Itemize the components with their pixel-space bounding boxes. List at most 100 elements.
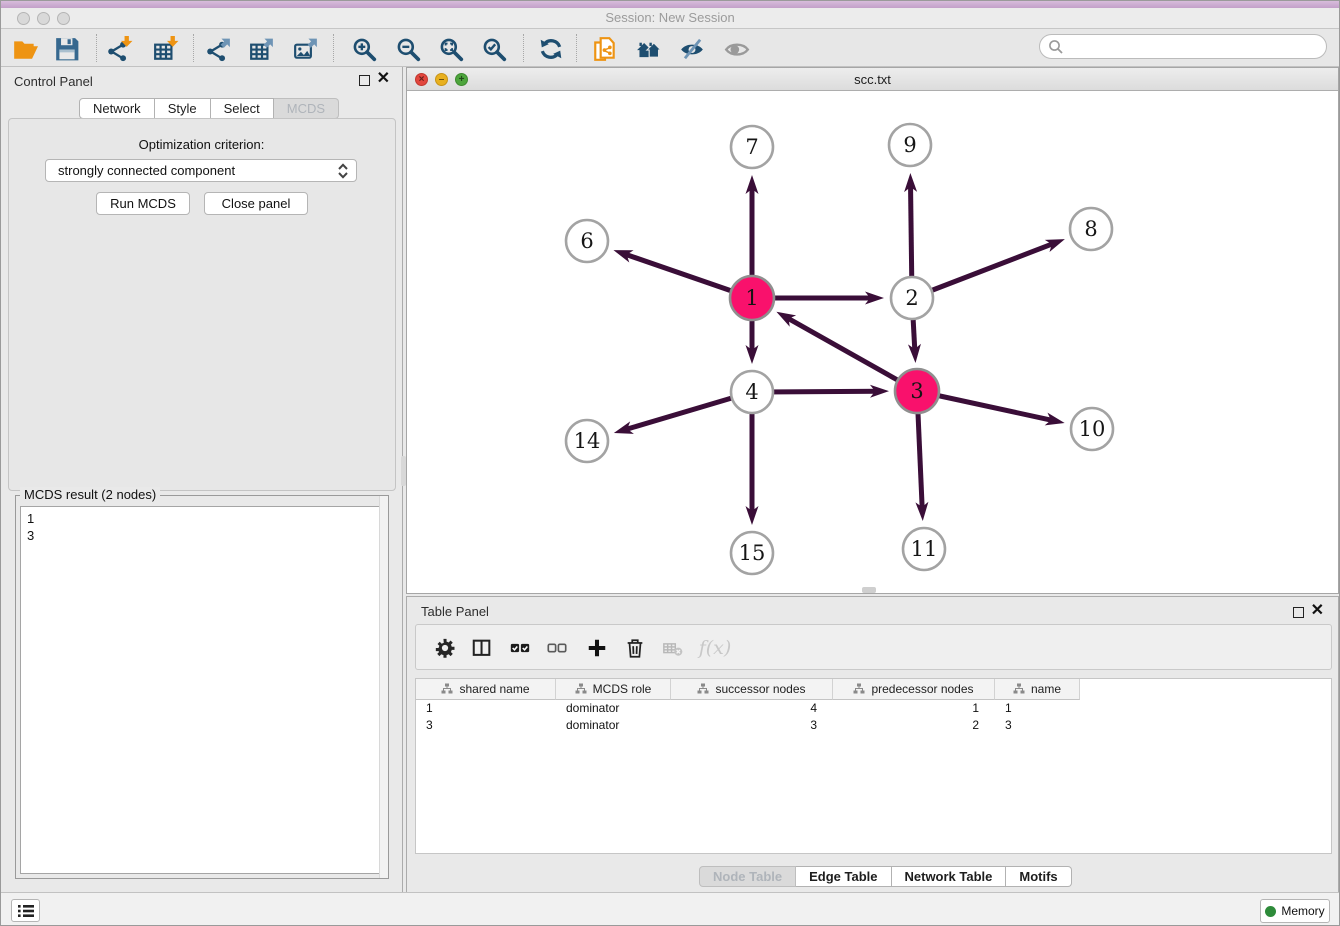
tab-mcds[interactable]: MCDS [274,98,339,119]
table-row[interactable]: 3dominator323 [416,717,1080,734]
add-column-icon[interactable] [585,636,609,660]
memory-button-label: Memory [1281,904,1324,918]
table-panel-title: Table Panel [421,604,489,619]
delete-table-icon [661,636,685,660]
cell-MCDS-role[interactable]: dominator [556,717,671,734]
cell-successor-nodes[interactable]: 4 [671,700,833,717]
control-panel-tabs: NetworkStyleSelectMCDS [79,98,339,119]
graph-node-11[interactable]: 11 [903,528,945,570]
graph-node-15[interactable]: 15 [731,532,773,574]
close-panel-icon[interactable]: ✕ [377,70,390,88]
column-header-successor-nodes[interactable]: successor nodes [671,679,833,700]
toolbar-separator [193,34,194,62]
search-input[interactable] [1068,36,1318,57]
cell-shared-name[interactable]: 3 [416,717,556,734]
column-header-predecessor-nodes[interactable]: predecessor nodes [833,679,995,700]
svg-text:15: 15 [739,541,766,565]
tab-node-table[interactable]: Node Table [699,866,796,887]
node-table: shared nameMCDS rolesuccessor nodesprede… [415,678,1332,854]
search-box[interactable] [1039,34,1327,59]
list-icon [17,903,35,919]
mcds-result-group: MCDS result (2 nodes) 1 3 [15,495,389,879]
edge-3-1[interactable] [776,312,917,391]
open-file-icon[interactable] [11,35,38,62]
toolbar-separator [576,34,577,62]
graph-node-14[interactable]: 14 [566,420,608,462]
svg-text:9: 9 [903,133,916,157]
table-row[interactable]: 1dominator411 [416,700,1080,717]
graph-node-6[interactable]: 6 [566,220,608,262]
close-panel-button[interactable]: Close panel [204,192,308,215]
zoom-out-icon[interactable] [394,35,421,62]
task-history-button[interactable] [11,899,40,922]
svg-text:14: 14 [574,429,601,453]
graph-node-7[interactable]: 7 [731,126,773,168]
graph-node-3[interactable]: 3 [895,369,939,413]
window-title: Session: New Session [1,10,1339,25]
panel-divider-handle[interactable] [401,456,406,486]
clone-network-icon[interactable] [591,35,618,62]
export-image-icon[interactable] [292,35,319,62]
tab-edge-table[interactable]: Edge Table [796,866,891,887]
edge-2-8[interactable] [912,239,1065,298]
save-session-icon[interactable] [53,35,80,62]
titlebar[interactable]: Session: New Session [1,8,1339,29]
graph-node-1[interactable]: 1 [730,276,774,320]
cell-MCDS-role[interactable]: dominator [556,700,671,717]
graph-node-10[interactable]: 10 [1071,408,1113,450]
zoom-fit-icon[interactable] [437,35,464,62]
memory-button[interactable]: Memory [1260,899,1330,923]
delete-column-icon[interactable] [623,636,647,660]
cell-shared-name[interactable]: 1 [416,700,556,717]
cell-predecessor-nodes[interactable]: 2 [833,717,995,734]
svg-text:8: 8 [1084,217,1097,241]
optimization-criterion-label: Optimization criterion: [1,137,402,152]
graph-node-2[interactable]: 2 [891,277,933,319]
import-network-icon[interactable] [106,35,133,62]
canvas-hscroll-thumb[interactable] [862,587,876,593]
application-window: Session: New Session Control Panel ✕ Net… [0,0,1340,926]
optimization-criterion-dropdown[interactable]: strongly connected component [45,159,357,182]
mcds-result-textarea[interactable]: 1 3 [20,506,384,874]
zoom-in-icon[interactable] [350,35,377,62]
network-canvas[interactable]: 7 9 6 8 1 2 4 3 14 10 15 11 [407,91,1338,593]
float-table-panel-icon[interactable] [1293,607,1304,618]
float-panel-icon[interactable] [359,75,370,86]
svg-text:7: 7 [745,135,758,159]
cell-name[interactable]: 1 [995,700,1080,717]
hide-selected-icon[interactable] [678,35,705,62]
result-scrollbar[interactable] [379,496,388,878]
graph-node-4[interactable]: 4 [731,371,773,413]
tab-motifs[interactable]: Motifs [1006,866,1071,887]
tab-select[interactable]: Select [211,98,274,119]
deselect-all-icon[interactable] [545,636,569,660]
cell-predecessor-nodes[interactable]: 1 [833,700,995,717]
toolbar-separator [523,34,524,62]
export-table-icon[interactable] [248,35,275,62]
control-panel: Control Panel ✕ NetworkStyleSelectMCDS O… [1,67,403,892]
cell-successor-nodes[interactable]: 3 [671,717,833,734]
cell-name[interactable]: 3 [995,717,1080,734]
graph-node-8[interactable]: 8 [1070,208,1112,250]
zoom-selected-icon[interactable] [480,35,507,62]
show-all-icon[interactable] [723,35,750,62]
apply-layout-icon[interactable] [537,35,564,62]
run-mcds-button[interactable]: Run MCDS [96,192,190,215]
graph-node-9[interactable]: 9 [889,124,931,166]
first-neighbors-icon[interactable] [635,35,662,62]
column-header-MCDS-role[interactable]: MCDS role [556,679,671,700]
tab-network[interactable]: Network [79,98,155,119]
column-header-name[interactable]: name [995,679,1080,700]
gear-icon[interactable] [433,636,457,660]
export-network-icon[interactable] [205,35,232,62]
column-header-shared-name[interactable]: shared name [416,679,556,700]
tab-network-table[interactable]: Network Table [892,866,1007,887]
column-chooser-icon[interactable] [470,636,494,660]
status-bar: Memory [1,892,1339,926]
network-window-titlebar[interactable]: × – + scc.txt [407,68,1338,91]
select-all-icon[interactable] [508,636,532,660]
network-view-window: × – + scc.txt 7 9 6 8 1 2 4 3 14 10 15 11 [406,67,1339,594]
import-table-icon[interactable] [152,35,179,62]
tab-style[interactable]: Style [155,98,211,119]
close-table-panel-icon[interactable]: ✕ [1311,602,1324,620]
